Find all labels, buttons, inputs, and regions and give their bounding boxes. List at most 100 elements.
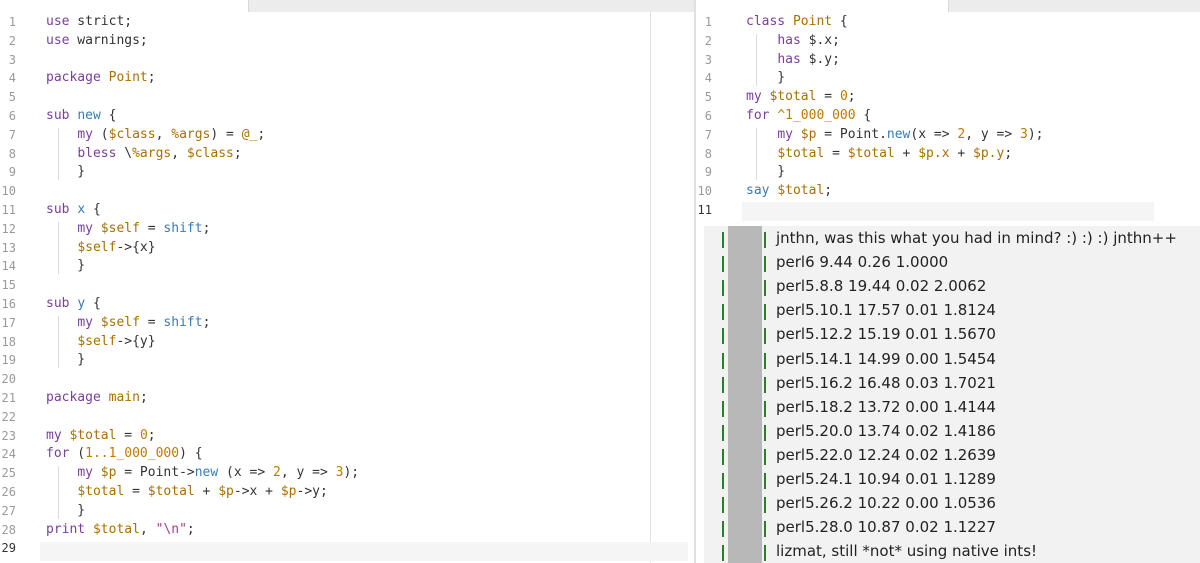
line-number: 7 [8, 127, 16, 142]
code-line[interactable]: for ^1_000_000 { [746, 107, 871, 126]
line-number: 18 [1, 334, 16, 349]
code-line[interactable]: $self->{x} [46, 239, 155, 258]
line-number: 3 [704, 52, 712, 67]
irc-message-row: perl5.14.1 14.99 0.00 1.5454 [704, 347, 1200, 371]
irc-message-text: perl5.28.0 10.87 0.02 1.1227 [776, 518, 996, 537]
code-line[interactable]: my $total = 0; [746, 88, 856, 107]
irc-line-marker [764, 545, 766, 562]
line-number: 1 [8, 15, 16, 29]
line-number: 15 [1, 278, 16, 293]
code-line[interactable]: sub new { [46, 107, 116, 126]
line-number: 4 [704, 71, 712, 86]
code-line[interactable]: say $total; [746, 182, 832, 201]
code-line[interactable]: print $total, "\n"; [46, 521, 195, 540]
irc-line-marker [722, 448, 724, 465]
irc-message-row: perl5.8.8 19.44 0.02 2.0062 [704, 274, 1200, 298]
irc-message-text: perl5.10.1 17.57 0.01 1.8124 [776, 301, 996, 320]
irc-message-text: lizmat, still *not* using native ints! [776, 542, 1038, 561]
left-editor[interactable]: 1 use strict; 2 use warnings; 3 4 package Poin… [0, 12, 694, 563]
line-number: 25 [1, 466, 16, 481]
right-editor[interactable]: 1 class Point {2 has $.x; 3 has $.y; 4 } 5 my… [696, 12, 1200, 226]
line-number: 23 [1, 428, 16, 443]
line-number: 10 [1, 184, 16, 199]
irc-message-text: perl5.24.1 10.94 0.01 1.1289 [776, 470, 996, 488]
right-tab-active[interactable] [696, 0, 948, 12]
line-number: 28 [1, 522, 16, 537]
irc-message-text: perl5.20.0 13.74 0.02 1.4186 [776, 421, 996, 440]
irc-message-text: perl5.16.2 16.48 0.03 1.7021 [776, 373, 996, 392]
line-number: 7 [704, 127, 712, 142]
code-line[interactable]: sub y { [46, 295, 101, 314]
code-line[interactable]: class Point { [746, 13, 848, 32]
irc-message-row: perl5.10.1 17.57 0.01 1.8124 [704, 298, 1200, 322]
code-line[interactable]: } [46, 351, 85, 370]
irc-message-row: perl5.26.2 10.22 0.00 1.0536 [704, 491, 1200, 515]
irc-line-marker [722, 256, 724, 273]
irc-line-marker [764, 256, 766, 273]
code-line[interactable]: use warnings; [46, 32, 148, 51]
indent-guide [756, 127, 757, 181]
irc-line-marker [764, 448, 766, 465]
line-number: 6 [8, 109, 16, 123]
line-number: 13 [1, 240, 16, 255]
irc-message-text: perl5.22.0 12.24 0.02 1.2639 [776, 445, 996, 464]
right-tab-inactive[interactable] [948, 0, 1200, 12]
irc-message-text: perl5.14.1 14.99 0.00 1.5454 [776, 349, 996, 368]
line-number: 5 [704, 90, 712, 105]
irc-message-text: perl5.8.8 19.44 0.02 2.0062 [776, 277, 987, 296]
code-line[interactable]: use strict; [46, 13, 132, 32]
code-line[interactable]: package main; [46, 389, 148, 408]
line-number: 6 [704, 109, 712, 123]
code-line[interactable]: my $self = shift; [46, 220, 210, 239]
code-line[interactable]: sub x { [46, 201, 101, 220]
code-line[interactable]: $total = $total + $p.x + $p.y; [746, 145, 1012, 164]
line-number: 20 [1, 372, 16, 387]
line-number: 17 [1, 315, 16, 330]
irc-line-marker [764, 497, 766, 514]
code-line[interactable]: } [746, 163, 785, 182]
irc-line-marker [722, 280, 724, 297]
code-line[interactable]: bless \%args, $class; [46, 145, 241, 164]
left-tab-active[interactable] [0, 0, 248, 12]
line-number: 1 [704, 15, 712, 29]
irc-line-marker [764, 304, 766, 321]
indent-guide [756, 33, 757, 87]
code-line[interactable]: $self->{y} [46, 333, 155, 352]
line-number: 2 [8, 33, 16, 48]
code-line[interactable]: my ($class, %args) = @_; [46, 126, 265, 145]
code-line[interactable]: } [46, 163, 85, 182]
line-number: 9 [8, 165, 16, 180]
line-number: 19 [1, 353, 16, 368]
irc-message-row: perl5.18.2 13.72 0.00 1.4144 [704, 395, 1200, 419]
code-line[interactable]: $total = $total + $p->x + $p->y; [46, 483, 328, 502]
code-line[interactable]: has $.x; [746, 32, 840, 51]
irc-line-marker [722, 352, 724, 369]
code-line[interactable]: for (1..1_000_000) { [46, 445, 203, 464]
line-number: 21 [1, 391, 16, 405]
code-line[interactable]: my $p = Point->new (x => 2, y => 3); [46, 464, 359, 483]
irc-message-row: perl5.28.0 10.87 0.02 1.1227 [704, 515, 1200, 539]
irc-line-marker [764, 400, 766, 417]
code-line[interactable]: package Point; [46, 69, 156, 88]
indent-guide [58, 127, 59, 181]
code-line[interactable]: } [46, 257, 85, 276]
line-number: 12 [1, 221, 16, 236]
code-line[interactable]: } [46, 502, 85, 521]
line-number: 24 [1, 447, 16, 462]
line-number: 3 [8, 52, 16, 67]
code-line[interactable]: } [746, 69, 785, 88]
irc-line-marker [722, 232, 724, 248]
irc-line-marker [764, 232, 766, 248]
line-number: 29 [1, 541, 16, 556]
line-number: 4 [8, 71, 16, 86]
left-tab-inactive[interactable] [248, 0, 695, 12]
code-line[interactable]: my $p = Point.new(x => 2, y => 3); [746, 126, 1043, 145]
irc-message-row: perl5.20.0 13.74 0.02 1.4186 [704, 419, 1200, 443]
code-line[interactable]: has $.y; [746, 51, 840, 70]
code-line[interactable]: my $total = 0; [46, 427, 156, 446]
irc-line-marker [764, 328, 766, 345]
code-line[interactable]: my $self = shift; [46, 314, 210, 333]
irc-line-marker [764, 424, 766, 441]
irc-line-marker [722, 328, 724, 345]
line-number: 9 [704, 165, 712, 180]
